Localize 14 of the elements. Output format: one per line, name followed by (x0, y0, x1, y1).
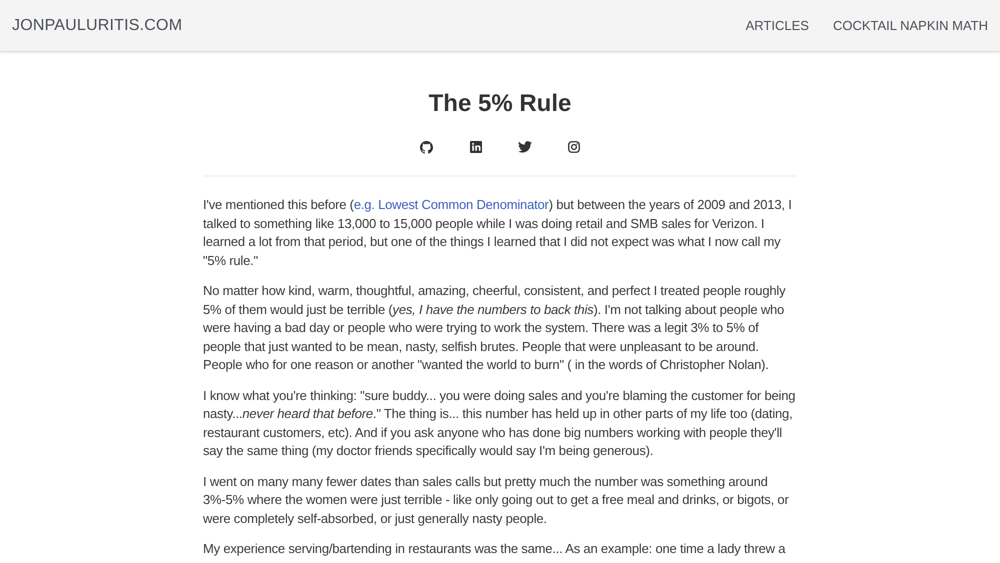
paragraph: My experience serving/bartending in restaurants was the same... As an example: one time a lady threw a (203, 540, 786, 558)
paragraph: I've mentioned this before (e.g. Lowest Common Denominator) but between the years of 2009 and 2013, I talked to something like 13,000 to 15,000 people while I was doing retail and SMB sales for Verizon. I learned a lot from that period, but one of the things I learned that I did not expect was what I now call my "5% rule." (203, 196, 793, 270)
article-link[interactable]: e.g. Lowest Common Denominator (354, 197, 549, 212)
paragraph: I know what you're thinking: "sure buddy... you were doing sales and you're blaming the customer for being nasty...never heard that before." The thing is... this number has held up in other parts of my life too (dating, restaurant customers, etc). And if you ask anyone who has done big numbers working with people they'll say the same thing (my doctor friends specifically would say I'm being generous). (203, 386, 796, 460)
site-title-link[interactable]: JONPAULURITIS.COM (12, 16, 182, 34)
paragraph: I went on many many fewer dates than sales calls but pretty much the number was something around 3%-5% where the women were just terrible - like only going out to get a free meal and drinks, or bigots, or were completely self-absorbed, or just generally nasty people. (203, 472, 790, 528)
nav-link[interactable]: COCKTAIL NAPKIN MATH (832, 18, 988, 33)
nav-link[interactable]: ARTICLES (746, 18, 809, 33)
github-icon[interactable] (420, 140, 433, 154)
instagram-icon[interactable] (568, 141, 580, 153)
linkedin-icon[interactable] (470, 141, 482, 153)
article-title: The 5% Rule (428, 89, 572, 119)
twitter-bird-icon[interactable] (518, 141, 532, 153)
paragraph: No matter how kind, warm, thoughtful, amazing, cheerful, consistent, and perfect I treated people roughly 5% of them would just be terrible (yes, I have the numbers to back this). I'm not talking about people who were having a bad day or people who were trying to work the system. There was a legit 3% to 5% of people that just wanted to be mean, nasty, selfish brutes. People that were unpleasant to be around. People who for one reason or another "wanted the world to burn" ( in the words of Christopher Nolan). (203, 282, 786, 374)
